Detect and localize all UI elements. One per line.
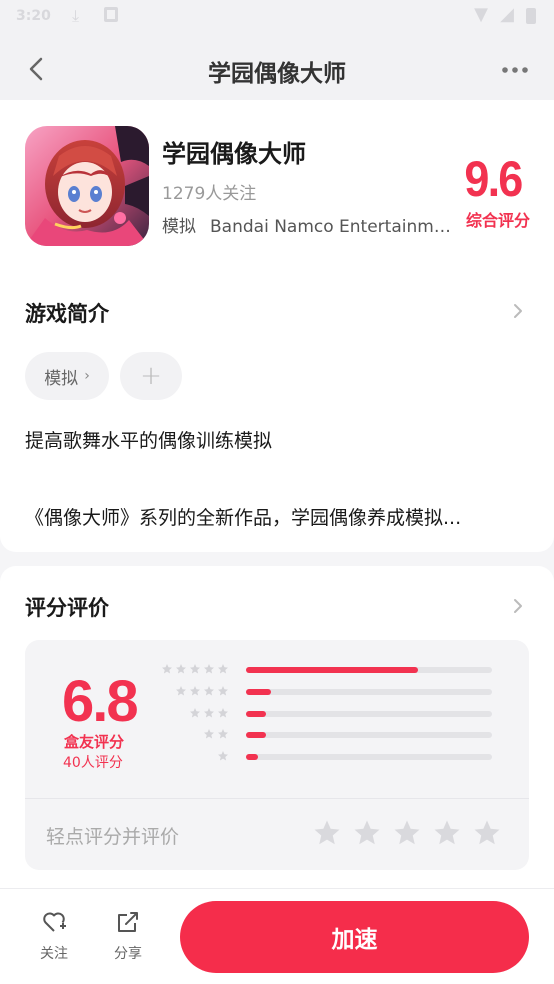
battery-icon: [526, 8, 536, 24]
rate-star-1-icon[interactable]: [312, 818, 342, 848]
star-group: [161, 663, 229, 675]
distribution-fill: [246, 754, 259, 760]
user-score: 6.8: [62, 669, 139, 734]
rate-stars: [312, 818, 502, 848]
top-nav: 学园偶像大师: [0, 36, 554, 100]
follow-label: 关注: [40, 946, 68, 962]
intro-chevron-right-icon[interactable]: [512, 302, 524, 320]
star-icon: [218, 664, 228, 674]
star-group: [217, 750, 229, 762]
app-meta: 模拟 Bandai Namco Entertainme...: [162, 212, 452, 237]
rate-star-2-icon[interactable]: [352, 818, 382, 848]
notification-icon: [104, 7, 118, 22]
heart-plus-icon: [43, 912, 66, 932]
distribution-track: [246, 732, 492, 738]
star-icon: [190, 664, 200, 674]
star-icon: [204, 664, 214, 674]
add-tag-button[interactable]: +: [120, 352, 182, 400]
intro-summary: 提高歌舞水平的偶像训练模拟: [25, 430, 273, 452]
star-icon: [218, 708, 228, 718]
distribution-track: [246, 689, 492, 695]
divider: [25, 798, 529, 799]
share-label: 分享: [114, 946, 142, 962]
distribution-track: [246, 754, 492, 760]
star-group: [175, 685, 229, 697]
distribution-track: [246, 667, 492, 673]
intro-title: 游戏简介: [25, 302, 109, 326]
distribution-row-1-stars: [150, 751, 495, 765]
share-icon: [118, 912, 138, 932]
star-icon: [176, 686, 186, 696]
overall-score: 9.6: [464, 151, 524, 207]
rating-title: 评分评价: [25, 596, 109, 620]
distribution-row-2-stars: [150, 729, 495, 743]
star-icon: [162, 664, 172, 674]
star-icon: [190, 708, 200, 718]
tap-to-rate-prompt: 轻点评分并评价: [46, 826, 180, 848]
star-icon: [218, 729, 228, 739]
star-icon: [204, 729, 214, 739]
distribution-fill: [246, 711, 266, 717]
user-score-label: 盒友评分: [64, 733, 125, 751]
download-icon: ⤓: [72, 6, 80, 25]
rating-count: 40人评分: [63, 755, 123, 771]
star-group: [203, 728, 229, 740]
star-icon: [176, 664, 186, 674]
share-button[interactable]: 分享: [103, 909, 153, 963]
overall-score-label: 综合评分: [465, 211, 530, 230]
page-title: 学园偶像大师: [208, 61, 346, 87]
distribution-fill: [246, 732, 266, 738]
star-group: [189, 707, 229, 719]
star-icon: [204, 708, 214, 718]
genre-label: 模拟: [162, 217, 196, 237]
star-icon: [204, 686, 214, 696]
more-icon[interactable]: [500, 60, 530, 80]
star-icon: [190, 686, 200, 696]
genre-tag[interactable]: 模拟 ›: [25, 352, 109, 400]
status-bar: 3:20 ⤓ ▼ ◢: [0, 0, 554, 36]
rate-star-4-icon[interactable]: [432, 818, 462, 848]
star-icon: [218, 686, 228, 696]
distribution-track: [246, 711, 492, 717]
star-icon: [218, 751, 228, 761]
status-time: 3:20: [16, 8, 51, 24]
distribution-row-4-stars: [150, 686, 495, 700]
follow-button[interactable]: 关注: [29, 909, 79, 963]
app-icon: [25, 126, 149, 246]
signal-icon: ◢: [500, 4, 514, 25]
app-name: 学园偶像大师: [162, 140, 306, 168]
chevron-right-icon: ›: [84, 368, 90, 384]
rating-chevron-right-icon[interactable]: [512, 597, 524, 615]
developer-name: Bandai Namco Entertainme...: [210, 217, 452, 237]
followers-count: 1279人关注: [162, 184, 257, 204]
intro-description[interactable]: 《偶像大师》系列的全新作品，学园偶像养成模拟...: [25, 503, 530, 530]
distribution-fill: [246, 689, 271, 695]
distribution-row-3-stars: [150, 708, 495, 722]
rate-star-3-icon[interactable]: [392, 818, 422, 848]
rate-star-5-icon[interactable]: [472, 818, 502, 848]
genre-tag-label: 模拟: [44, 368, 79, 389]
distribution-row-5-stars: [150, 664, 495, 678]
wifi-icon: ▼: [474, 4, 488, 25]
distribution-fill: [246, 667, 419, 673]
bottom-bar: 关注 分享 加速: [0, 888, 554, 984]
accelerate-button[interactable]: 加速: [180, 901, 529, 973]
